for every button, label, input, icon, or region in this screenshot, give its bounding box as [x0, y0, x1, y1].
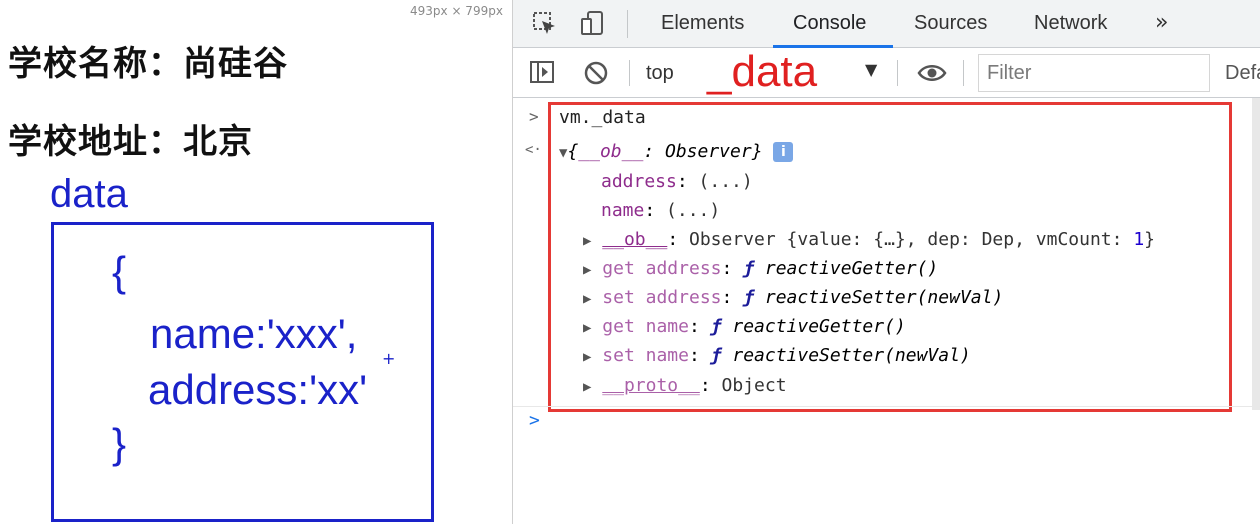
- result-prompt-icon: <·: [525, 142, 542, 158]
- console-scrollbar[interactable]: [1252, 98, 1260, 410]
- page-preview: 493px × 799px 学校名称：尚硅谷 学校地址：北京 data { na…: [0, 0, 512, 524]
- tabbar-divider: [627, 10, 628, 38]
- tab-network[interactable]: Network: [1034, 12, 1107, 35]
- sidebar-toggle-icon[interactable]: [529, 60, 557, 88]
- annotation-close-brace: }: [112, 420, 127, 467]
- context-dropdown-arrow-icon[interactable]: ▼: [865, 60, 877, 79]
- toolbar-divider-3: [963, 60, 964, 86]
- inspect-element-icon[interactable]: [531, 10, 559, 38]
- annotation-open-brace: {: [112, 248, 127, 295]
- clear-console-icon[interactable]: [583, 60, 611, 88]
- log-levels-dropdown[interactable]: Defa: [1225, 62, 1260, 85]
- devtools-panel: Elements Console Sources Network » top _…: [512, 0, 1260, 524]
- school-name-heading: 学校名称：尚硅谷: [8, 44, 288, 84]
- toolbar-divider: [629, 60, 630, 86]
- devtools-tab-bar: Elements Console Sources Network »: [513, 0, 1260, 48]
- highlight-box: [548, 102, 1232, 412]
- annotation-data-label: data: [50, 172, 128, 216]
- console-separator: [513, 406, 1260, 407]
- viewport-dimensions: 493px × 799px: [410, 4, 503, 18]
- live-expression-eye-icon[interactable]: [917, 60, 947, 88]
- more-tabs-chevron-icon[interactable]: »: [1155, 10, 1168, 35]
- console-prompt-icon[interactable]: >: [529, 410, 540, 431]
- tab-elements[interactable]: Elements: [661, 12, 744, 35]
- input-prompt-icon: >: [529, 107, 539, 126]
- filter-input[interactable]: Filter: [978, 54, 1210, 92]
- tab-sources[interactable]: Sources: [914, 12, 987, 35]
- tab-console[interactable]: Console: [793, 12, 866, 35]
- console-output: > vm._data <· ▼{__ob__: Observer} i addr…: [513, 98, 1260, 524]
- context-selector[interactable]: top: [646, 62, 674, 85]
- annotation-name-line: name:'xxx',: [150, 310, 358, 357]
- annotation-plus-mark: +: [382, 349, 396, 368]
- device-toolbar-icon[interactable]: [579, 10, 607, 38]
- annotation-address-line: address:'xx': [148, 366, 368, 413]
- data-annotation-overlay: _data: [707, 47, 818, 96]
- console-toolbar: top _data ▼ Filter Defa: [513, 48, 1260, 98]
- school-address-heading: 学校地址：北京: [8, 122, 253, 162]
- toolbar-divider-2: [897, 60, 898, 86]
